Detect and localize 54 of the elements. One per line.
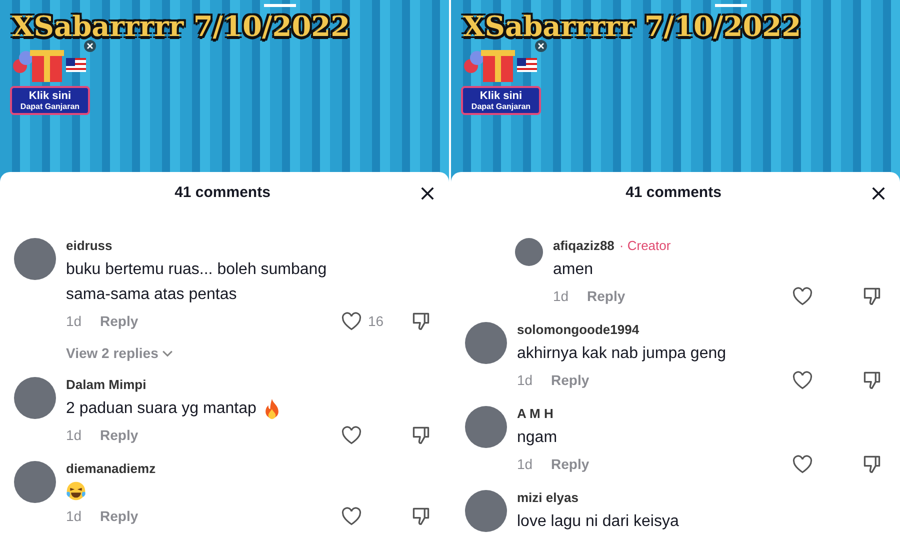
promo-badge[interactable]: Klik sini Dapat Ganjaran: [10, 86, 90, 115]
comment-age: 1d: [517, 456, 534, 472]
like-count: 16: [368, 313, 384, 329]
username[interactable]: Dalam Mimpi: [66, 377, 146, 392]
username[interactable]: afiqaziz88: [553, 238, 614, 253]
avatar[interactable]: [14, 238, 56, 280]
thumbs-down-icon[interactable]: [862, 370, 882, 390]
comment-text: ngam: [517, 428, 558, 448]
avatar[interactable]: [14, 377, 56, 419]
thumbs-down-icon[interactable]: [411, 425, 431, 445]
chevron-down-icon[interactable]: [162, 350, 174, 356]
video-title: XSabarrrrr 7/10/2022: [12, 10, 350, 43]
tab-indicator: [715, 4, 747, 7]
close-icon[interactable]: [871, 186, 886, 201]
laughing-face-icon: [66, 480, 86, 502]
comments-count: 41 comments: [174, 184, 270, 200]
thumbs-down-icon[interactable]: [411, 506, 431, 526]
avatar[interactable]: [465, 490, 507, 532]
close-icon[interactable]: [535, 40, 547, 52]
thumbs-down-icon[interactable]: [862, 454, 882, 474]
username[interactable]: A M H: [517, 406, 554, 421]
comment-age: 1d: [517, 372, 534, 388]
promo-badge[interactable]: Klik sini Dapat Ganjaran: [461, 86, 541, 115]
close-icon[interactable]: [420, 186, 435, 201]
comment-text: amen: [553, 260, 594, 280]
close-icon[interactable]: [84, 40, 96, 52]
heart-icon[interactable]: [341, 426, 362, 444]
heart-icon[interactable]: [341, 506, 362, 526]
avatar[interactable]: [14, 461, 56, 503]
avatar[interactable]: [465, 406, 507, 448]
comments-count: 41 comments: [626, 184, 722, 200]
comment-age: 1d: [66, 313, 83, 329]
username[interactable]: mizi elyas: [517, 490, 578, 505]
tab-indicator: [264, 4, 296, 7]
heart-icon[interactable]: [792, 286, 813, 306]
video-title: XSabarrrrr 7/10/2022: [463, 10, 802, 43]
comment-text: buku bertemu ruas... boleh sumbang sama-sama atas pentas: [66, 260, 328, 305]
comment-age: 1d: [66, 427, 83, 443]
thumbs-down-icon[interactable]: [862, 286, 882, 306]
comment-age: 1d: [66, 508, 83, 524]
username[interactable]: diemanadiemz: [66, 461, 156, 476]
comment-age: 1d: [553, 288, 570, 304]
avatar[interactable]: [465, 322, 507, 364]
avatar[interactable]: [515, 238, 543, 266]
heart-icon[interactable]: [341, 312, 362, 330]
username[interactable]: eidruss: [66, 238, 112, 253]
username[interactable]: solomongoode1994: [517, 322, 640, 337]
heart-icon[interactable]: [792, 454, 813, 474]
heart-icon[interactable]: [792, 370, 813, 390]
comment-text: 2 paduan suara yg mantap: [66, 399, 256, 419]
comment-text: love lagu ni dari keisya: [517, 512, 679, 532]
thumbs-down-icon[interactable]: [411, 311, 431, 331]
creator-label: · Creator: [619, 238, 671, 253]
comment-text: akhirnya kak nab jumpa geng: [517, 344, 726, 364]
